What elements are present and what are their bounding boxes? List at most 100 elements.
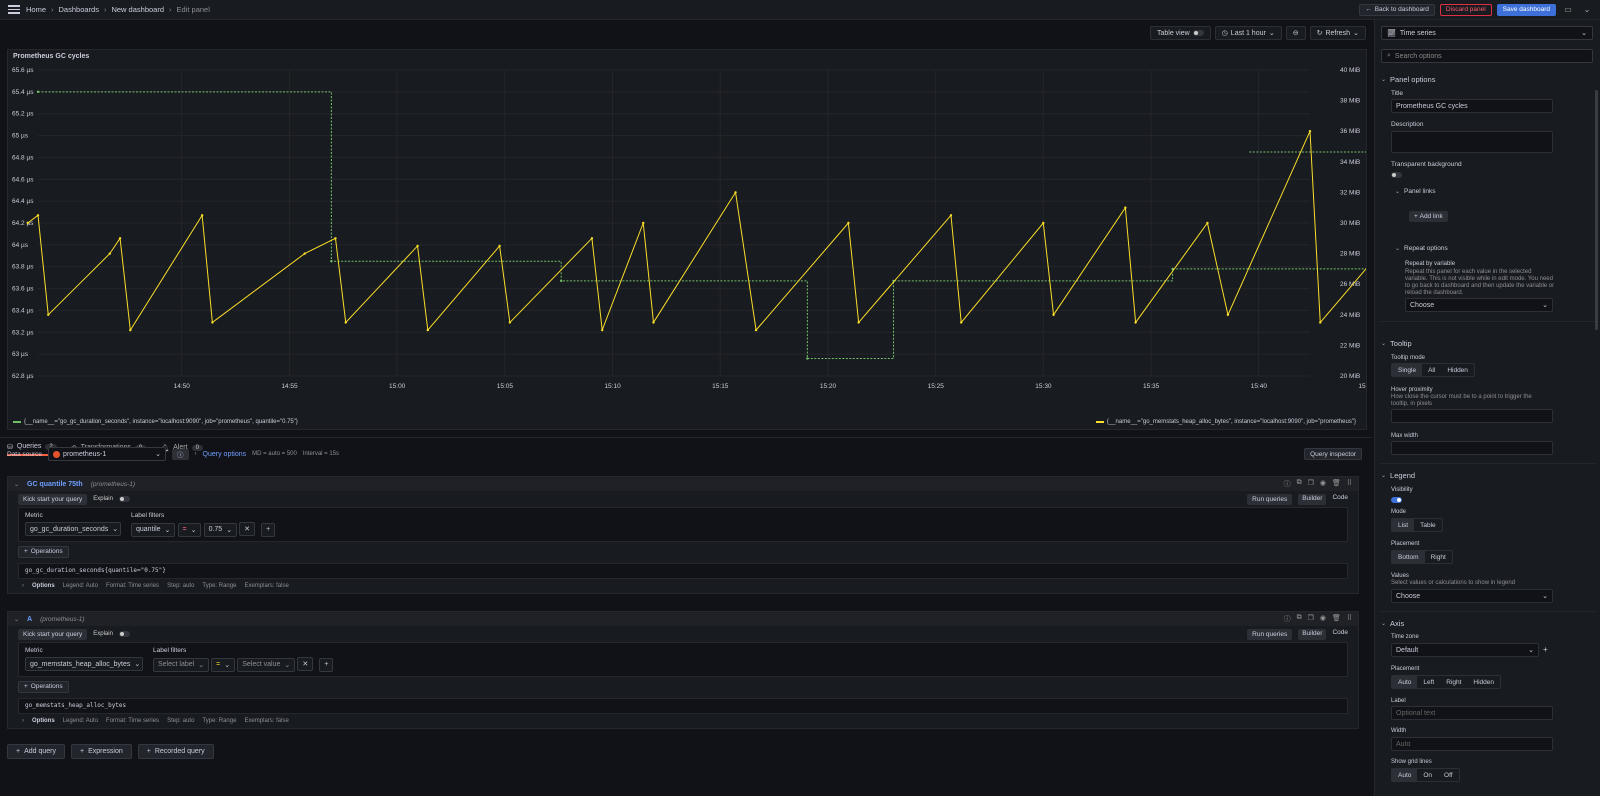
- legend-item-heap[interactable]: {__name__="go_memstats_heap_alloc_bytes"…: [1095, 419, 1356, 425]
- add-query-button[interactable]: + Add query: [7, 744, 66, 759]
- table-view-toggle[interactable]: Table view: [1150, 26, 1211, 40]
- explain-toggle[interactable]: [118, 496, 130, 502]
- description-input[interactable]: [1391, 131, 1553, 153]
- operator-select[interactable]: = ⌄: [177, 522, 202, 537]
- axis-auto[interactable]: Auto: [1392, 676, 1418, 688]
- scrollbar[interactable]: [1595, 90, 1598, 330]
- code-mode[interactable]: Code: [1332, 629, 1348, 640]
- legend-values-select[interactable]: Choose ⌄: [1391, 589, 1553, 603]
- code-mode[interactable]: Code: [1332, 494, 1348, 505]
- section-panel-links[interactable]: ⌄ Panel links: [1395, 188, 1435, 195]
- monitor-icon[interactable]: ▭: [1561, 4, 1575, 16]
- tooltip-hidden[interactable]: Hidden: [1441, 364, 1474, 376]
- remove-filter-button[interactable]: ✕: [297, 657, 314, 671]
- query-name[interactable]: GC quantile 75th: [27, 481, 83, 488]
- query-options-row[interactable]: › Options Legend: Auto Format: Time seri…: [8, 714, 1358, 728]
- value-select[interactable]: Select value ⌄: [237, 657, 296, 672]
- query-options-row[interactable]: › Options Legend: Auto Format: Time seri…: [8, 579, 1358, 593]
- mode-list[interactable]: List: [1392, 519, 1415, 531]
- add-filter-button[interactable]: +: [261, 522, 276, 537]
- datasource-help-button[interactable]: ⓘ: [172, 448, 189, 460]
- run-queries-button[interactable]: Run queries: [1247, 493, 1293, 505]
- drag-handle-icon[interactable]: ⠿: [1347, 614, 1352, 624]
- discard-panel-button[interactable]: Discard panel: [1439, 3, 1492, 16]
- chevron-down-icon[interactable]: ⌄: [1580, 4, 1594, 16]
- toggle-switch[interactable]: [1391, 497, 1402, 503]
- section-panel-options[interactable]: ⌄ Panel options: [1381, 75, 1435, 84]
- breadcrumb-dashboard[interactable]: New dashboard: [111, 5, 164, 14]
- time-series-chart[interactable]: 65.6 µs 65.4 µs 65.2 µs 65 µs 64.8 µs 64.6 µs…: [8, 50, 1366, 410]
- drag-handle-icon[interactable]: ⠿: [1347, 479, 1352, 489]
- visualization-picker[interactable]: 📈︎ Time series ⌄: [1381, 26, 1593, 40]
- copy-icon[interactable]: ❐: [1308, 614, 1314, 624]
- repeat-variable-select[interactable]: Choose ⌄: [1405, 298, 1553, 312]
- zoom-out-button[interactable]: ⊖: [1285, 26, 1306, 40]
- tooltip-all[interactable]: All: [1422, 364, 1441, 376]
- kick-start-button[interactable]: Kick start your query: [18, 628, 88, 640]
- axis-hidden[interactable]: Hidden: [1467, 676, 1500, 688]
- query-options-link[interactable]: Query options: [203, 451, 247, 458]
- legend-visibility-toggle[interactable]: [1391, 496, 1402, 505]
- legend-item-gc[interactable]: {__name__="go_gc_duration_seconds", inst…: [13, 419, 298, 425]
- add-filter-button[interactable]: +: [319, 657, 334, 672]
- section-tooltip[interactable]: ⌄ Tooltip: [1381, 339, 1412, 348]
- axis-label-input[interactable]: Optional text: [1391, 706, 1553, 720]
- refresh-button[interactable]: ↻ Refresh ⌄: [1309, 26, 1366, 40]
- operations-button[interactable]: + Operations: [18, 545, 69, 558]
- add-time-zone-button[interactable]: +: [1543, 645, 1548, 654]
- axis-right[interactable]: Right: [1440, 676, 1467, 688]
- remove-filter-button[interactable]: ✕: [239, 522, 256, 536]
- run-queries-button[interactable]: Run queries: [1247, 628, 1293, 640]
- metric-select[interactable]: go_gc_duration_seconds ⌄: [25, 522, 121, 536]
- section-legend[interactable]: ⌄ Legend: [1381, 471, 1415, 480]
- metric-select[interactable]: go_memstats_heap_alloc_bytes ⌄: [25, 657, 143, 671]
- datasource-picker[interactable]: prometheus-1 ⌄: [48, 447, 167, 461]
- axis-width-input[interactable]: Auto: [1391, 737, 1553, 751]
- duplicate-icon[interactable]: ⧉: [1297, 614, 1302, 624]
- label-select[interactable]: quantile ⌄: [131, 522, 176, 537]
- chevron-down-icon[interactable]: ⌄: [14, 616, 19, 623]
- add-recorded-query-button[interactable]: + Recorded query: [137, 744, 214, 759]
- add-expression-button[interactable]: + Expression: [71, 744, 132, 759]
- back-to-dashboard-button[interactable]: ← Back to dashboard: [1359, 3, 1435, 16]
- eye-icon[interactable]: ◉: [1320, 614, 1326, 624]
- hover-proximity-input[interactable]: [1391, 409, 1553, 423]
- time-range-picker[interactable]: ◷ Last 1 hour ⌄: [1214, 26, 1282, 40]
- max-width-input[interactable]: [1391, 441, 1553, 455]
- help-icon[interactable]: ⓘ: [1284, 479, 1291, 489]
- chevron-down-icon[interactable]: ⌄: [14, 481, 19, 488]
- menu-icon[interactable]: [8, 5, 20, 14]
- tooltip-single[interactable]: Single: [1392, 364, 1423, 376]
- axis-left[interactable]: Left: [1417, 676, 1440, 688]
- explain-toggle[interactable]: [118, 631, 130, 637]
- breadcrumb-dashboards[interactable]: Dashboards: [59, 5, 99, 14]
- help-icon[interactable]: ⓘ: [1284, 614, 1291, 624]
- transparent-toggle[interactable]: [1391, 171, 1402, 180]
- query-name[interactable]: A: [27, 616, 32, 623]
- label-select[interactable]: Select label ⌄: [153, 657, 210, 672]
- operator-select[interactable]: = ⌄: [211, 657, 236, 672]
- trash-icon[interactable]: 🗑︎: [1332, 479, 1341, 489]
- section-repeat-options[interactable]: ⌄ Repeat options: [1395, 245, 1448, 252]
- trash-icon[interactable]: 🗑︎: [1332, 614, 1341, 624]
- grid-auto[interactable]: Auto: [1392, 769, 1418, 781]
- builder-mode[interactable]: Builder: [1298, 493, 1327, 505]
- placement-bottom[interactable]: Bottom: [1392, 551, 1425, 563]
- toggle-switch[interactable]: [1391, 172, 1402, 178]
- time-zone-select[interactable]: Default ⌄: [1391, 643, 1539, 657]
- copy-icon[interactable]: ❐: [1308, 479, 1314, 489]
- save-dashboard-button[interactable]: Save dashboard: [1496, 3, 1556, 16]
- value-select[interactable]: 0.75 ⌄: [203, 522, 238, 537]
- toggle-switch[interactable]: [1192, 30, 1204, 36]
- builder-mode[interactable]: Builder: [1298, 628, 1327, 640]
- kick-start-button[interactable]: Kick start your query: [18, 493, 88, 505]
- title-input[interactable]: Prometheus GC cycles: [1391, 99, 1553, 113]
- placement-right[interactable]: Right: [1425, 551, 1452, 563]
- duplicate-icon[interactable]: ⧉: [1297, 479, 1302, 489]
- grid-off[interactable]: Off: [1438, 769, 1459, 781]
- grid-on[interactable]: On: [1417, 769, 1438, 781]
- section-axis[interactable]: ⌄ Axis: [1381, 619, 1404, 628]
- eye-icon[interactable]: ◉: [1320, 479, 1326, 489]
- query-inspector-button[interactable]: Query inspector: [1304, 448, 1362, 460]
- breadcrumb-home[interactable]: Home: [26, 5, 46, 14]
